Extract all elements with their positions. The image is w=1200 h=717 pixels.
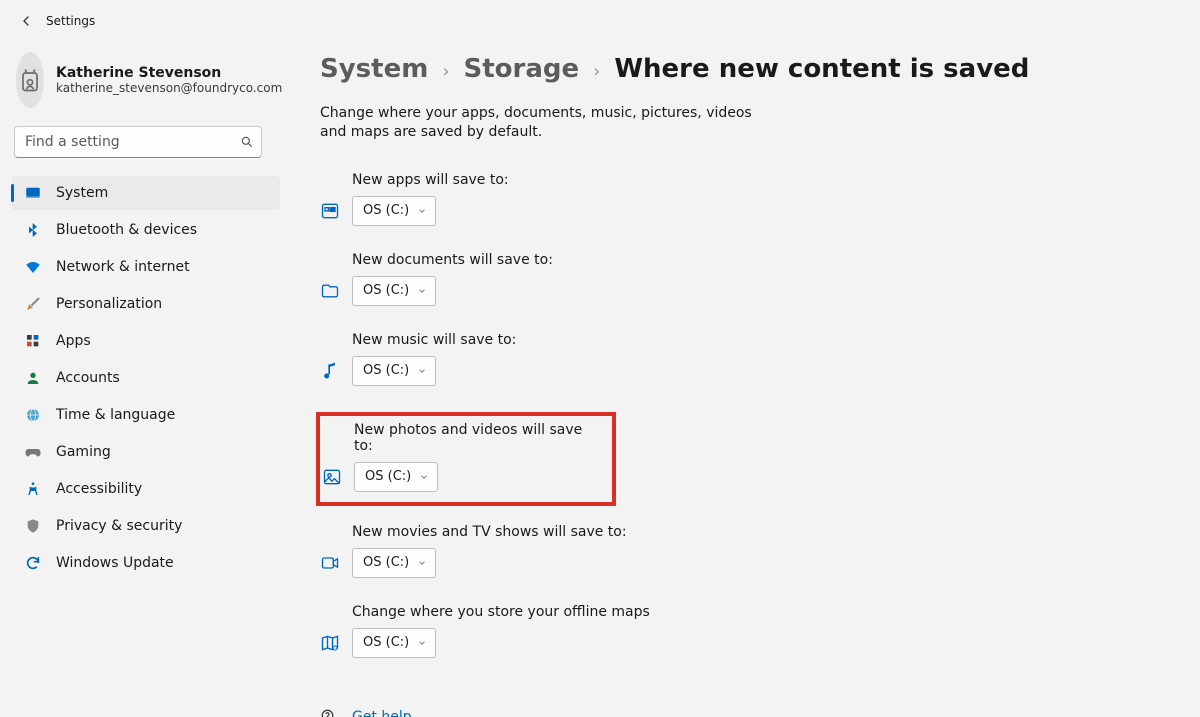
accessibility-icon xyxy=(24,480,42,498)
dropdown-maps[interactable]: OS (C:) xyxy=(352,628,436,658)
dropdown-documents[interactable]: OS (C:) xyxy=(352,276,436,306)
nav-label: Accessibility xyxy=(56,481,142,497)
wifi-icon xyxy=(24,258,42,276)
setting-label: New apps will save to: xyxy=(352,172,1160,188)
nav-label: Bluetooth & devices xyxy=(56,222,197,238)
gaming-icon xyxy=(24,443,42,461)
breadcrumb: System › Storage › Where new content is … xyxy=(320,54,1160,84)
documents-category-icon xyxy=(320,281,340,301)
chevron-down-icon xyxy=(417,286,427,296)
help-icon xyxy=(320,708,338,717)
get-help-link[interactable]: Get help xyxy=(352,709,412,717)
dropdown-value: OS (C:) xyxy=(363,635,409,650)
user-block[interactable]: Katherine Stevenson katherine_stevenson@… xyxy=(12,48,280,126)
dropdown-value: OS (C:) xyxy=(363,555,409,570)
nav-label: Accounts xyxy=(56,370,120,386)
chevron-down-icon xyxy=(417,558,427,568)
bluetooth-icon xyxy=(24,221,42,239)
search-input[interactable] xyxy=(14,126,262,158)
apps-icon xyxy=(24,332,42,350)
nav-item-network[interactable]: Network & internet xyxy=(12,250,280,284)
breadcrumb-storage[interactable]: Storage xyxy=(464,54,580,84)
user-avatar-icon xyxy=(16,66,44,94)
paintbrush-icon xyxy=(24,295,42,313)
music-category-icon xyxy=(320,361,340,381)
page-description: Change where your apps, documents, music… xyxy=(320,104,780,142)
movies-category-icon xyxy=(320,553,340,573)
setting-label: New photos and videos will save to: xyxy=(354,422,594,454)
user-email: katherine_stevenson@foundryco.com xyxy=(56,81,282,95)
chevron-down-icon xyxy=(417,206,427,216)
chevron-right-icon: › xyxy=(442,61,449,82)
nav-label: Apps xyxy=(56,333,91,349)
setting-maps: Change where you store your offline maps… xyxy=(320,604,1160,658)
dropdown-music[interactable]: OS (C:) xyxy=(352,356,436,386)
user-name: Katherine Stevenson xyxy=(56,65,282,81)
arrow-left-icon xyxy=(18,13,34,29)
photos-category-icon xyxy=(322,467,342,487)
nav-label: Personalization xyxy=(56,296,162,312)
setting-label: Change where you store your offline maps xyxy=(352,604,1160,620)
nav-label: Gaming xyxy=(56,444,111,460)
system-icon xyxy=(24,184,42,202)
dropdown-apps[interactable]: OS (C:) xyxy=(352,196,436,226)
setting-documents: New documents will save to: OS (C:) xyxy=(320,252,1160,306)
shield-icon xyxy=(24,517,42,535)
nav-label: Privacy & security xyxy=(56,518,182,534)
setting-label: New music will save to: xyxy=(352,332,1160,348)
breadcrumb-system[interactable]: System xyxy=(320,54,428,84)
dropdown-value: OS (C:) xyxy=(365,469,411,484)
nav-item-update[interactable]: Windows Update xyxy=(12,546,280,580)
chevron-right-icon: › xyxy=(593,61,600,82)
help-row: Get help xyxy=(320,708,1160,717)
dropdown-value: OS (C:) xyxy=(363,363,409,378)
accounts-icon xyxy=(24,369,42,387)
chevron-down-icon xyxy=(417,366,427,376)
page-title: Where new content is saved xyxy=(614,54,1029,84)
dropdown-value: OS (C:) xyxy=(363,283,409,298)
nav-label: Network & internet xyxy=(56,259,190,275)
maps-category-icon xyxy=(320,633,340,653)
nav: System Bluetooth & devices Network & int… xyxy=(12,176,280,580)
nav-item-bluetooth[interactable]: Bluetooth & devices xyxy=(12,213,280,247)
apps-category-icon xyxy=(320,201,340,221)
nav-item-accounts[interactable]: Accounts xyxy=(12,361,280,395)
setting-label: New movies and TV shows will save to: xyxy=(352,524,1160,540)
dropdown-movies[interactable]: OS (C:) xyxy=(352,548,436,578)
nav-item-apps[interactable]: Apps xyxy=(12,324,280,358)
chevron-down-icon xyxy=(419,472,429,482)
main-content: System › Storage › Where new content is … xyxy=(300,36,1200,717)
nav-item-system[interactable]: System xyxy=(12,176,280,210)
setting-music: New music will save to: OS (C:) xyxy=(320,332,1160,386)
update-icon xyxy=(24,554,42,572)
nav-item-accessibility[interactable]: Accessibility xyxy=(12,472,280,506)
nav-label: Windows Update xyxy=(56,555,174,571)
app-title: Settings xyxy=(46,14,95,28)
nav-label: System xyxy=(56,185,108,201)
dropdown-value: OS (C:) xyxy=(363,203,409,218)
dropdown-photos[interactable]: OS (C:) xyxy=(354,462,438,492)
search-icon xyxy=(240,135,254,149)
setting-apps: New apps will save to: OS (C:) xyxy=(320,172,1160,226)
globe-icon xyxy=(24,406,42,424)
avatar xyxy=(16,52,44,108)
sidebar: Katherine Stevenson katherine_stevenson@… xyxy=(0,36,300,717)
nav-item-personalization[interactable]: Personalization xyxy=(12,287,280,321)
nav-item-time[interactable]: Time & language xyxy=(12,398,280,432)
back-button[interactable] xyxy=(14,9,38,33)
setting-label: New documents will save to: xyxy=(352,252,1160,268)
chevron-down-icon xyxy=(417,638,427,648)
nav-item-privacy[interactable]: Privacy & security xyxy=(12,509,280,543)
nav-item-gaming[interactable]: Gaming xyxy=(12,435,280,469)
setting-movies: New movies and TV shows will save to: OS… xyxy=(320,524,1160,578)
nav-label: Time & language xyxy=(56,407,175,423)
setting-photos: New photos and videos will save to: OS (… xyxy=(316,412,616,506)
